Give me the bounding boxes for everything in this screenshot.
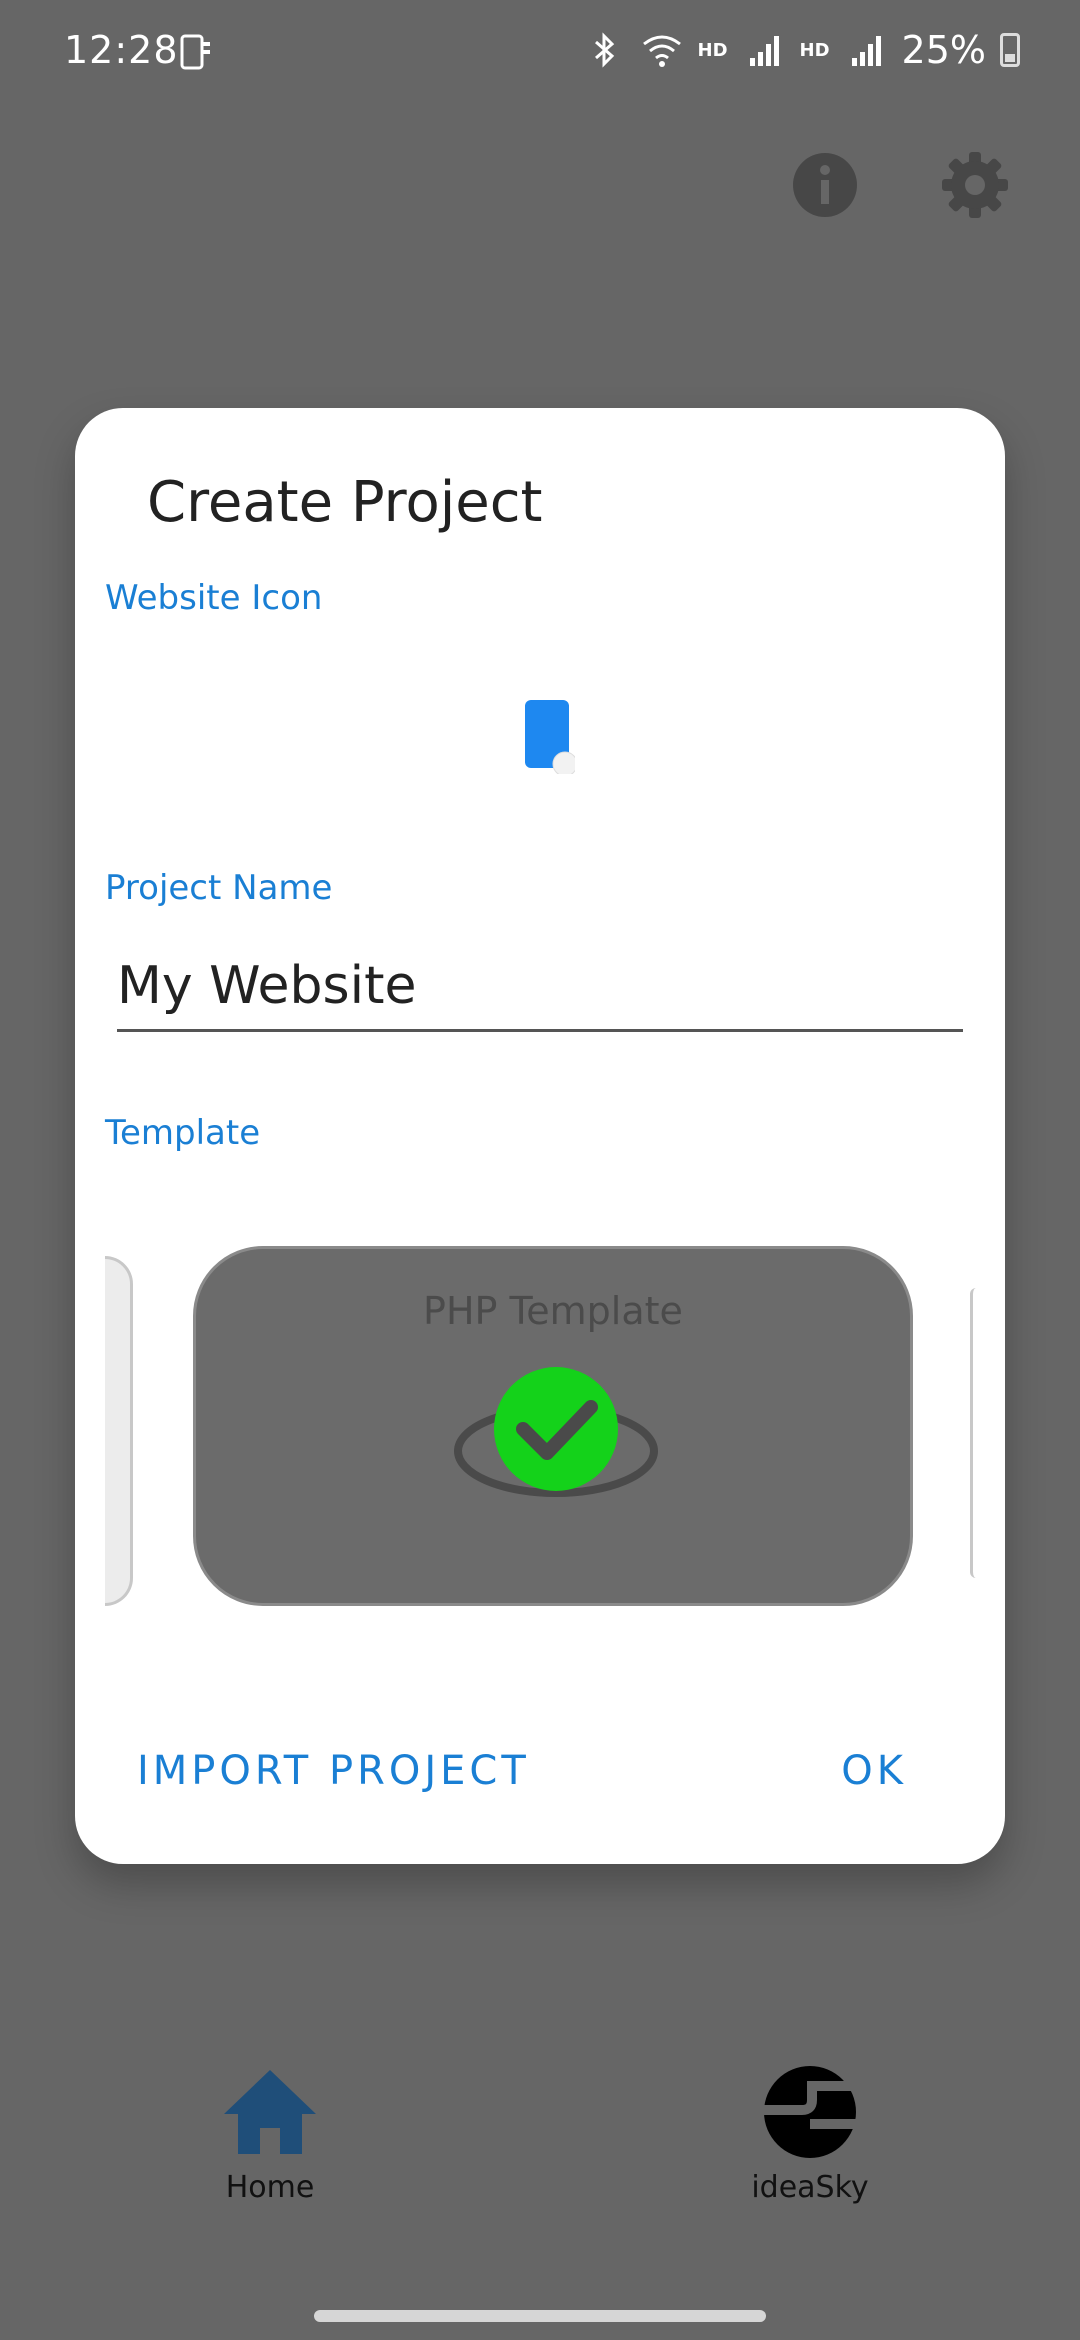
hd-badge: HD xyxy=(799,39,830,61)
create-project-dialog: Create Project Website Icon Project Name… xyxy=(75,408,1005,1864)
nav-item-home[interactable]: Home xyxy=(160,2064,380,2205)
template-label: Template xyxy=(105,1113,261,1153)
website-icon-label: Website Icon xyxy=(105,578,323,618)
nav-label-ideasky: ideaSky xyxy=(751,2170,869,2205)
wifi-icon xyxy=(642,35,681,67)
hd-badge: HD xyxy=(697,39,728,61)
nav-item-ideasky[interactable]: ideaSky xyxy=(700,2064,920,2205)
phone-status-icon xyxy=(180,34,210,70)
template-next-card[interactable] xyxy=(970,1288,976,1578)
dialog-title: Create Project xyxy=(147,470,543,535)
website-icon[interactable] xyxy=(515,690,575,774)
template-card-title: PHP Template xyxy=(423,1289,683,1333)
home-icon xyxy=(224,2070,316,2154)
project-name-input[interactable] xyxy=(117,942,963,1032)
signal-icon xyxy=(851,36,881,66)
checkmark-icon xyxy=(454,1367,658,1497)
signal-icon xyxy=(749,36,779,66)
ok-button[interactable]: OK xyxy=(841,1748,907,1794)
project-name-label: Project Name xyxy=(105,868,333,908)
gear-icon[interactable] xyxy=(940,150,1010,220)
battery-percent: 25% xyxy=(901,28,986,72)
ideasky-icon xyxy=(764,2066,856,2158)
bluetooth-icon xyxy=(594,32,614,68)
status-time: 12:28 xyxy=(64,28,179,72)
bottom-nav: Home ideaSky xyxy=(0,2050,1080,2230)
battery-icon xyxy=(1000,33,1020,67)
template-prev-card[interactable] xyxy=(105,1256,133,1606)
status-bar: 12:28 HD HD 25% xyxy=(0,0,1080,100)
import-project-button[interactable]: IMPORT PROJECT xyxy=(137,1748,530,1794)
status-indicators: HD HD 25% xyxy=(582,28,1020,72)
info-icon[interactable] xyxy=(790,150,860,220)
template-card-selected[interactable]: PHP Template xyxy=(193,1246,913,1606)
gesture-bar[interactable] xyxy=(314,2310,766,2322)
nav-label-home: Home xyxy=(225,2170,315,2205)
